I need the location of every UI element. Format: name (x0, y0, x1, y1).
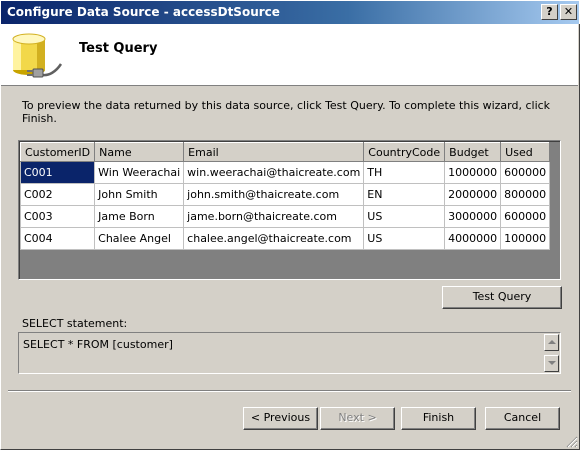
table-cell[interactable]: C001 (19, 161, 96, 184)
table-cell[interactable]: Win Weerachai (94, 161, 185, 184)
table-row[interactable]: C004 Chalee Angel chalee.angel@thaicreat… (19, 227, 551, 250)
table-cell[interactable]: 600000 (500, 161, 551, 184)
previous-button[interactable]: < Previous (243, 407, 318, 430)
scroll-down-button[interactable] (544, 355, 559, 372)
divider (8, 390, 571, 392)
table-cell[interactable]: Jame Born (94, 205, 185, 228)
table-cell[interactable]: Chalee Angel (94, 227, 185, 250)
instructions-text: To preview the data returned by this dat… (22, 99, 551, 125)
window-title: Configure Data Source - accessDtSource (7, 5, 280, 19)
table-cell[interactable]: TH (363, 161, 446, 184)
database-plug-icon (12, 33, 63, 78)
table-cell[interactable]: 4000000 (444, 227, 502, 250)
table-cell[interactable]: 600000 (500, 205, 551, 228)
title-bar: Configure Data Source - accessDtSource ?… (0, 0, 580, 24)
finish-button[interactable]: Finish (401, 407, 476, 430)
table-cell[interactable]: john.smith@thaicreate.com (183, 183, 365, 206)
close-button[interactable]: ✕ (560, 4, 577, 20)
select-statement-box[interactable]: SELECT * FROM [customer] (18, 332, 561, 374)
table-cell[interactable]: US (363, 227, 446, 250)
table-cell[interactable]: C002 (19, 183, 96, 206)
table-cell[interactable]: jame.born@thaicreate.com (183, 205, 365, 228)
select-statement-text: SELECT * FROM [customer] (23, 338, 173, 351)
select-statement-label: SELECT statement: (22, 317, 128, 330)
grid-body: CustomerID Name Email CountryCode Budget… (19, 141, 560, 279)
table-cell[interactable]: 2000000 (444, 183, 502, 206)
column-header-email[interactable]: Email (183, 142, 365, 162)
table-cell[interactable]: chalee.angel@thaicreate.com (183, 227, 365, 250)
next-button[interactable]: Next > (320, 407, 395, 430)
resize-grip-icon[interactable] (566, 436, 578, 448)
results-grid[interactable]: CustomerID Name Email CountryCode Budget… (18, 140, 561, 280)
wizard-header: Test Query (1, 24, 578, 86)
table-cell[interactable]: EN (363, 183, 446, 206)
column-header-name[interactable]: Name (94, 142, 185, 162)
table-cell[interactable]: 3000000 (444, 205, 502, 228)
table-cell[interactable]: John Smith (94, 183, 185, 206)
table-cell[interactable]: 100000 (500, 227, 551, 250)
table-cell[interactable]: C004 (19, 227, 96, 250)
table-cell[interactable]: 1000000 (444, 161, 502, 184)
table-row[interactable]: C001 Win Weerachai win.weerachai@thaicre… (19, 161, 551, 184)
column-header-used[interactable]: Used (500, 142, 551, 162)
cancel-button[interactable]: Cancel (485, 407, 560, 430)
column-header-budget[interactable]: Budget (444, 142, 502, 162)
column-header-customerid[interactable]: CustomerID (19, 142, 96, 162)
table-cell[interactable]: win.weerachai@thaicreate.com (183, 161, 365, 184)
column-header-countrycode[interactable]: CountryCode (363, 142, 446, 162)
arrow-down-icon (548, 361, 556, 365)
page-title: Test Query (79, 41, 158, 56)
scroll-up-button[interactable] (544, 334, 559, 351)
table-cell[interactable]: US (363, 205, 446, 228)
help-button[interactable]: ? (541, 4, 558, 20)
table-cell[interactable]: C003 (19, 205, 96, 228)
results-table: CustomerID Name Email CountryCode Budget… (19, 142, 551, 250)
table-row[interactable]: C002 John Smith john.smith@thaicreate.co… (19, 183, 551, 206)
test-query-button[interactable]: Test Query (442, 286, 562, 309)
header-row: CustomerID Name Email CountryCode Budget… (19, 142, 551, 162)
table-cell[interactable]: 800000 (500, 183, 551, 206)
table-row[interactable]: C003 Jame Born jame.born@thaicreate.com … (19, 205, 551, 228)
arrow-up-icon (548, 340, 556, 344)
